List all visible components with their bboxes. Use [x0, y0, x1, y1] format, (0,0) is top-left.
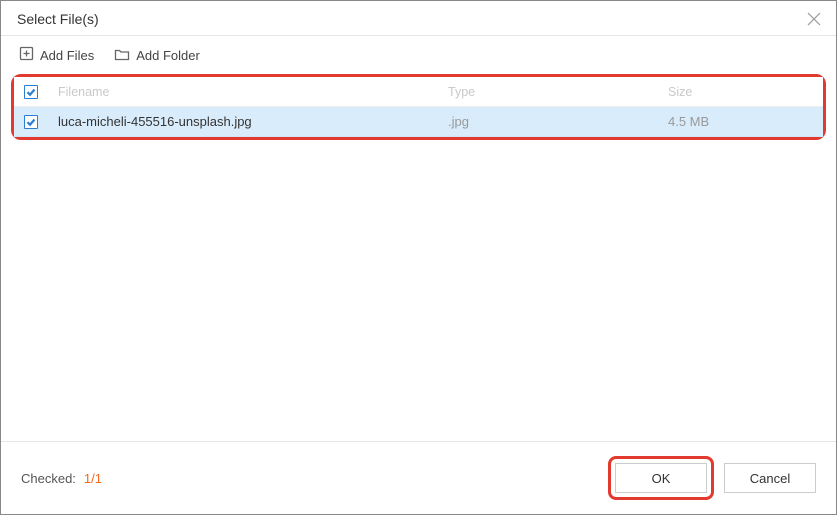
folder-icon	[114, 47, 130, 64]
table-row[interactable]: luca-micheli-455516-unsplash.jpg .jpg 4.…	[14, 107, 823, 137]
cancel-button[interactable]: Cancel	[724, 463, 816, 493]
plus-box-icon	[19, 46, 34, 64]
footer: Checked: 1/1 OK Cancel	[1, 441, 836, 514]
select-all-cell	[14, 85, 48, 99]
checked-count: 1/1	[84, 471, 102, 486]
checked-label: Checked:	[21, 471, 76, 486]
ok-button-highlight: OK	[608, 456, 714, 500]
add-files-label: Add Files	[40, 48, 94, 63]
header-type[interactable]: Type	[448, 85, 628, 99]
dialog-title: Select File(s)	[17, 11, 99, 27]
file-table: Filename Type Size luca-micheli-455516-u…	[14, 77, 823, 137]
spacer	[1, 140, 836, 441]
row-checkbox-cell	[14, 115, 48, 129]
cell-type: .jpg	[448, 114, 628, 129]
add-folder-button[interactable]: Add Folder	[114, 47, 200, 64]
select-all-checkbox[interactable]	[24, 85, 38, 99]
cell-size: 4.5 MB	[628, 114, 823, 129]
toolbar: Add Files Add Folder	[1, 36, 836, 72]
header-size[interactable]: Size	[628, 85, 823, 99]
row-checkbox[interactable]	[24, 115, 38, 129]
ok-button[interactable]: OK	[615, 463, 707, 493]
add-files-button[interactable]: Add Files	[19, 46, 94, 64]
header-filename[interactable]: Filename	[48, 85, 448, 99]
table-header-row: Filename Type Size	[14, 77, 823, 107]
titlebar: Select File(s)	[1, 1, 836, 35]
close-icon[interactable]	[806, 11, 822, 27]
cell-filename: luca-micheli-455516-unsplash.jpg	[48, 114, 448, 129]
file-table-highlight: Filename Type Size luca-micheli-455516-u…	[11, 74, 826, 140]
add-folder-label: Add Folder	[136, 48, 200, 63]
